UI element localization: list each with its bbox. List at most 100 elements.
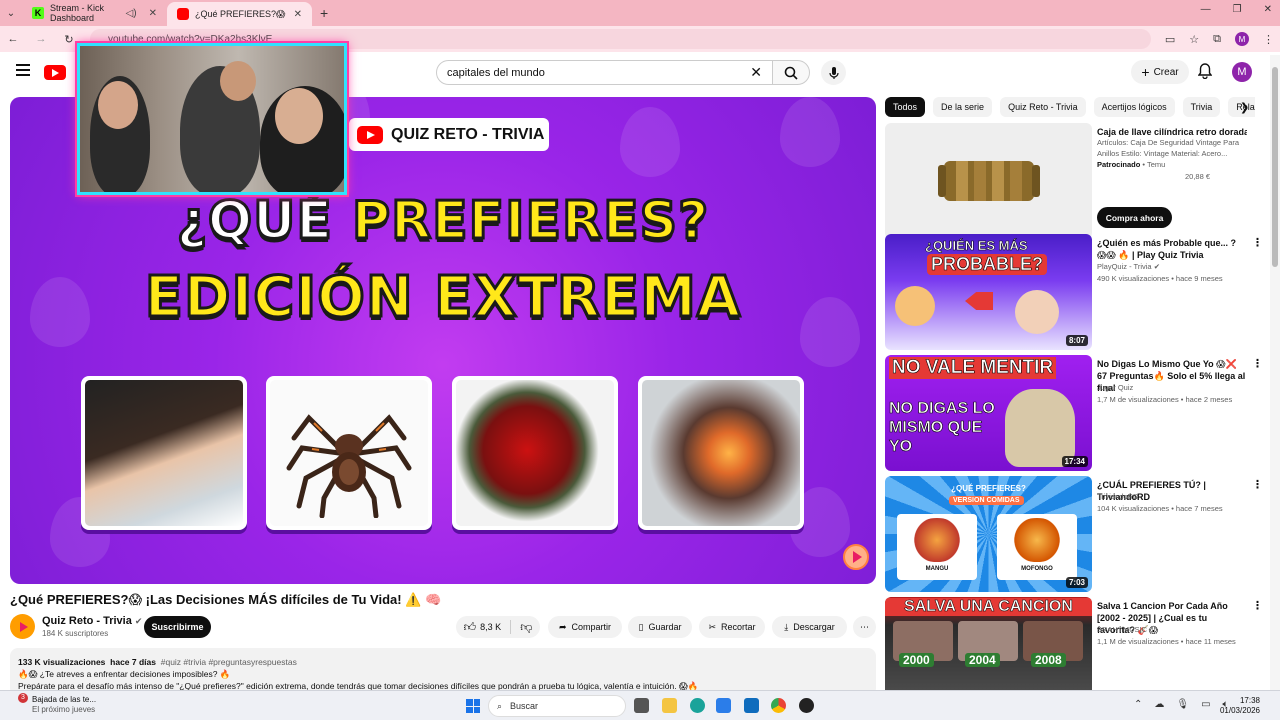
file-explorer-icon[interactable] bbox=[662, 698, 677, 713]
more-options-icon[interactable]: ⋮ bbox=[1252, 478, 1263, 491]
recommended-video[interactable]: ¿QUIÉN ES MÁS PROBABLE? 8:07 ¿Quién es m… bbox=[885, 234, 1265, 350]
browser-menu-icon[interactable]: ⋮ bbox=[1263, 33, 1274, 46]
ad-price: 20,88 € bbox=[1185, 172, 1211, 181]
red-arrow-icon bbox=[965, 292, 993, 310]
share-button[interactable]: ➦ Compartir bbox=[548, 616, 622, 638]
buy-now-button[interactable]: Compra ahora bbox=[1097, 207, 1172, 228]
news-widget[interactable]: Bajada de las te... El próximo jueves bbox=[32, 695, 96, 715]
video-channel[interactable]: Jugar Quiz bbox=[1097, 383, 1133, 392]
more-options-icon[interactable]: ⋮ bbox=[1252, 599, 1263, 612]
close-tab-icon[interactable]: ✕ bbox=[149, 8, 157, 19]
hamburger-menu-icon[interactable] bbox=[16, 64, 30, 76]
channel-name[interactable]: Quiz Reto - Trivia ✔ bbox=[42, 615, 142, 627]
search-icon: ⌕ bbox=[497, 700, 503, 711]
edge-icon[interactable] bbox=[690, 698, 705, 713]
extensions-icon[interactable]: ⧉ bbox=[1213, 33, 1221, 46]
profile-avatar[interactable]: M bbox=[1235, 32, 1249, 46]
new-tab-icon[interactable]: + bbox=[320, 5, 328, 21]
close-window-icon[interactable]: ✕ bbox=[1264, 4, 1272, 15]
chip-all[interactable]: Todos bbox=[885, 97, 926, 117]
create-label: Crear bbox=[1153, 66, 1179, 78]
reload-icon[interactable]: ↻ bbox=[62, 33, 76, 46]
task-view-icon[interactable] bbox=[634, 698, 649, 713]
video-duration: 7:03 bbox=[1065, 577, 1088, 588]
tab-kick-dashboard[interactable]: K Stream - Kick Dashboard ◁) ✕ bbox=[22, 1, 167, 25]
thumb-text: SALVA UNA CANCION bbox=[885, 598, 1092, 616]
system-tray: ⌃ ☁ 🎙︎ ▭ 🔈︎ bbox=[1134, 699, 1229, 710]
sponsored-item[interactable]: Caja de llave cilíndrica retro dorada...… bbox=[885, 123, 1265, 239]
cast-icon[interactable]: ▭ bbox=[1165, 33, 1175, 46]
recommended-video[interactable]: NO VALE MENTIR NO DIGAS LO MISMO QUE YO … bbox=[885, 355, 1265, 471]
download-button[interactable]: ⤓ Descargar bbox=[772, 616, 847, 638]
more-actions-icon[interactable]: ⋯ bbox=[853, 616, 876, 638]
video-thumbnail[interactable]: NO VALE MENTIR NO DIGAS LO MISMO QUE YO … bbox=[885, 355, 1092, 471]
taskbar-clock[interactable]: 17:38 01/03/2026 bbox=[1218, 696, 1260, 716]
scrollbar-thumb[interactable] bbox=[1272, 67, 1278, 267]
more-options-icon[interactable]: ⋮ bbox=[1252, 357, 1263, 370]
restore-icon[interactable]: ❐ bbox=[1233, 4, 1242, 15]
obs-icon[interactable] bbox=[799, 698, 814, 713]
thumbs-down-icon[interactable]: 👎︎ bbox=[520, 620, 532, 635]
video-thumbnail[interactable]: SALVA UNA CANCION 2000 2004 2008 bbox=[885, 597, 1092, 690]
video-thumbnail[interactable]: ¿QUÉ PREFIERES? VERSION COMIDAS MANGU MO… bbox=[885, 476, 1092, 592]
windows-start-icon[interactable] bbox=[466, 699, 480, 713]
taskbar-search-input[interactable]: ⌕ Buscar bbox=[488, 695, 626, 717]
cloud-icon[interactable]: ☁ bbox=[1154, 699, 1164, 710]
thumbs-up-icon: 👍︎ bbox=[463, 619, 477, 634]
like-button[interactable]: 👍︎ 8,3 K bbox=[464, 620, 502, 635]
monitor-icon[interactable]: ▭ bbox=[1201, 699, 1210, 710]
forward-icon[interactable]: → bbox=[34, 33, 48, 45]
chrome-icon[interactable] bbox=[771, 698, 786, 713]
thumb-text: VERSION COMIDAS bbox=[949, 496, 1024, 505]
create-button[interactable]: + Crear bbox=[1131, 60, 1189, 84]
subscribe-button[interactable]: Suscribirme bbox=[144, 616, 211, 638]
store-icon[interactable] bbox=[716, 698, 731, 713]
chevron-up-icon[interactable]: ⌃ bbox=[1134, 699, 1142, 710]
minimize-icon[interactable]: — bbox=[1201, 4, 1211, 15]
subscriber-count: 184 K suscriptores bbox=[42, 629, 109, 638]
tab-youtube-video[interactable]: ¿Qué PREFIERES?😱 ¡Las Decisi ✕ bbox=[167, 2, 312, 26]
tab-label: ¿Qué PREFIERES?😱 ¡Las Decisi bbox=[195, 8, 288, 19]
recommended-video[interactable]: ¿QUÉ PREFIERES? VERSION COMIDAS MANGU MO… bbox=[885, 476, 1265, 592]
clock-date: 01/03/2026 bbox=[1219, 706, 1260, 715]
video-channel[interactable]: BRAHYMUSIC bbox=[1097, 625, 1147, 634]
recommended-video[interactable]: SALVA UNA CANCION 2000 2004 2008 Salva 1… bbox=[885, 597, 1265, 690]
bookmark-star-icon[interactable]: ☆ bbox=[1189, 33, 1199, 46]
chip-from-series[interactable]: De la serie bbox=[933, 97, 993, 117]
clip-button[interactable]: ✂ Recortar bbox=[699, 616, 765, 638]
person-2-face bbox=[220, 61, 256, 101]
youtube-logo[interactable] bbox=[44, 65, 66, 80]
channel-avatar[interactable] bbox=[10, 614, 35, 639]
chevron-right-icon[interactable]: ❯ bbox=[1240, 101, 1249, 114]
download-label: Descargar bbox=[793, 622, 835, 632]
save-button[interactable]: ▯ Guardar bbox=[628, 616, 692, 638]
microphone-icon[interactable]: 🎙︎ bbox=[1176, 699, 1189, 710]
download-icon: ⤓ bbox=[784, 621, 789, 632]
search-button[interactable] bbox=[772, 60, 810, 85]
chip-logic-puzzles[interactable]: Acertijos lógicos bbox=[1093, 97, 1175, 117]
video-channel[interactable]: PlayQuiz - Trivia ✔ bbox=[1097, 262, 1160, 271]
tab-search-icon[interactable]: ⌄ bbox=[0, 2, 22, 24]
notifications-bell-icon[interactable] bbox=[1197, 63, 1213, 84]
food-option-b: MOFONGO bbox=[997, 514, 1077, 580]
more-options-icon[interactable]: ⋮ bbox=[1252, 236, 1263, 249]
video-meta: 1,7 M de visualizaciones • hace 2 meses bbox=[1097, 395, 1233, 404]
clear-search-icon[interactable]: ✕ bbox=[750, 64, 762, 81]
voice-search-button[interactable] bbox=[821, 60, 846, 85]
video-channel[interactable]: TriviandoRD bbox=[1097, 492, 1138, 501]
page-scrollbar[interactable] bbox=[1270, 55, 1280, 690]
back-pain-image bbox=[642, 380, 800, 526]
chip-quiz-reto[interactable]: Quiz Reto - Trivia bbox=[1000, 97, 1086, 117]
video-description[interactable]: 133 K visualizaciones hace 7 días #quiz … bbox=[10, 648, 876, 696]
channel-watermark-icon[interactable] bbox=[843, 544, 869, 570]
ad-thumbnail[interactable] bbox=[885, 123, 1092, 239]
hashtags[interactable]: #quiz #trivia #preguntasyrespuestas bbox=[161, 657, 297, 667]
back-icon[interactable]: ← bbox=[6, 33, 20, 45]
chip-trivia[interactable]: Trivia bbox=[1182, 97, 1221, 117]
news-badge: 3 bbox=[18, 693, 28, 703]
video-thumbnail[interactable]: ¿QUIÉN ES MÁS PROBABLE? 8:07 bbox=[885, 234, 1092, 350]
close-tab-icon[interactable]: ✕ bbox=[294, 9, 302, 20]
search-input[interactable]: capitales del mundo ✕ bbox=[436, 60, 773, 85]
account-avatar[interactable]: M bbox=[1232, 62, 1252, 82]
mail-icon[interactable] bbox=[744, 698, 759, 713]
